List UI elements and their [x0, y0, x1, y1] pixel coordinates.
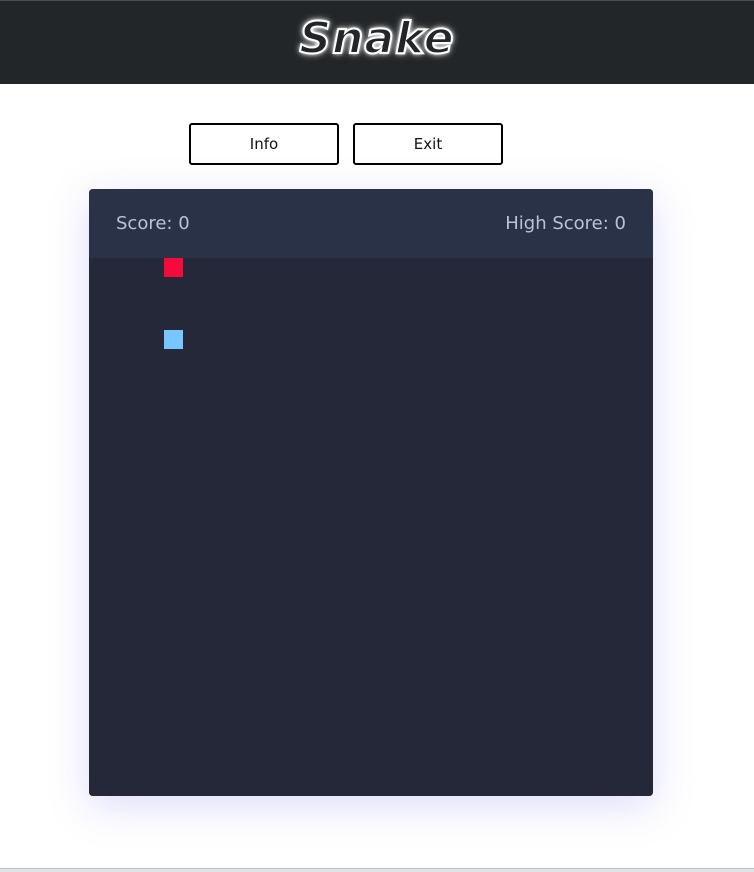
exit-button[interactable]: Exit [353, 123, 503, 165]
game-title-logo: Snake [298, 12, 455, 65]
window-bottom-edge [0, 868, 754, 872]
score-bar: Score: 0 High Score: 0 [89, 189, 653, 258]
game-board: Score: 0 High Score: 0 [89, 189, 653, 796]
score-display: Score: 0 [116, 213, 190, 234]
snake-head-cell [164, 330, 183, 349]
food-cell [164, 258, 183, 277]
high-score-display: High Score: 0 [505, 213, 626, 234]
play-field[interactable] [89, 258, 653, 796]
info-button[interactable]: Info [189, 123, 339, 165]
top-bar: Snake [0, 0, 754, 84]
